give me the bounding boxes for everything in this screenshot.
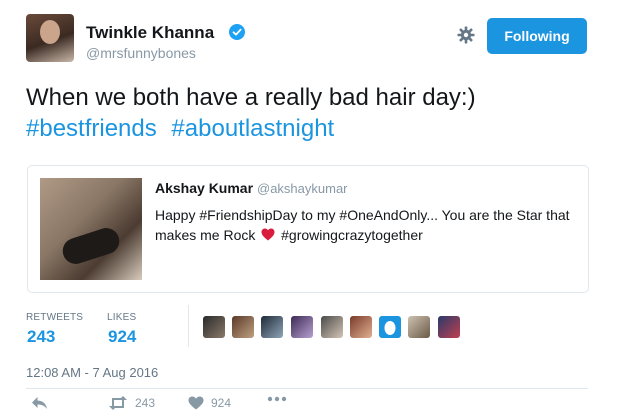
more-button[interactable] (267, 396, 294, 402)
tweet-text: When we both have a really bad hair day:… (26, 84, 476, 111)
egg-icon (384, 321, 396, 335)
following-button[interactable]: Following (487, 18, 587, 54)
heart-icon (188, 396, 204, 410)
likes-label[interactable]: LIKES (107, 312, 136, 323)
egg-avatar[interactable] (379, 316, 401, 338)
hashtag-link[interactable]: #bestfriends (26, 115, 157, 142)
red-heart-icon (261, 228, 275, 241)
reply-button[interactable] (31, 396, 55, 410)
tweet-hashtags: #bestfriends #aboutlastnight (26, 113, 596, 144)
liker-avatar[interactable] (438, 316, 460, 338)
hashtag-link[interactable]: #aboutlastnight (171, 115, 334, 142)
liker-avatar[interactable] (350, 316, 372, 338)
quoted-tweet-text: Happy #FriendshipDay to my #OneAndOnly..… (155, 205, 575, 245)
author-handle[interactable]: @mrsfunnybones (86, 45, 196, 61)
liker-avatar[interactable] (321, 316, 343, 338)
retweets-count[interactable]: 243 (27, 327, 55, 347)
gear-icon[interactable] (457, 26, 475, 44)
author-name[interactable]: Twinkle Khanna (86, 23, 214, 43)
retweet-icon (109, 396, 127, 410)
stats-divider (188, 305, 189, 347)
liker-avatar[interactable] (408, 316, 430, 338)
retweet-count: 243 (135, 396, 156, 410)
liker-avatar[interactable] (232, 316, 254, 338)
quoted-author-name[interactable]: Akshay Kumar (155, 180, 253, 196)
tweet-body: When we both have a really bad hair day:… (26, 82, 596, 144)
quoted-author-handle[interactable]: @akshaykumar (257, 181, 348, 196)
actions-divider (26, 388, 588, 389)
reply-icon (32, 397, 47, 409)
quoted-text-hashtag[interactable]: #growingcrazytogether (281, 227, 423, 243)
liker-avatar[interactable] (261, 316, 283, 338)
guitar-shape (59, 224, 123, 268)
tweet-header: Twinkle Khanna @mrsfunnybones Following (26, 14, 592, 66)
like-button[interactable]: 924 (188, 396, 231, 410)
more-icon (267, 396, 287, 402)
retweet-button[interactable]: 243 (108, 396, 155, 410)
liker-avatar[interactable] (203, 316, 225, 338)
quoted-tweet-photo[interactable] (40, 178, 142, 280)
author-avatar[interactable] (26, 14, 74, 62)
like-count: 924 (211, 396, 232, 410)
likes-count[interactable]: 924 (108, 327, 136, 347)
liker-avatar[interactable] (291, 316, 313, 338)
retweets-label[interactable]: RETWEETS (26, 312, 83, 323)
tweet-timestamp[interactable]: 12:08 AM - 7 Aug 2016 (26, 365, 158, 380)
verified-badge-icon (229, 24, 245, 40)
quoted-tweet[interactable]: Akshay Kumar @akshaykumar Happy #Friends… (27, 165, 589, 293)
